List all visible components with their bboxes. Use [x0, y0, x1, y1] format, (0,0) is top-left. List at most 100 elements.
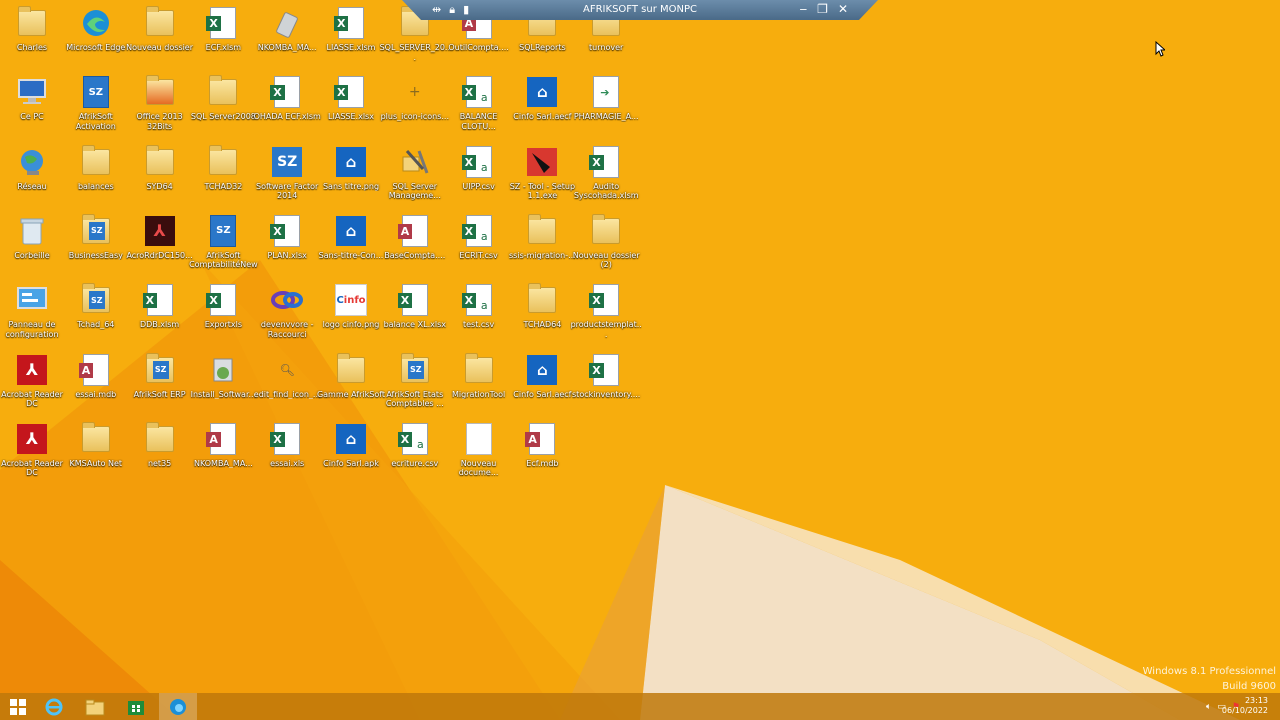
network-icon	[15, 145, 49, 179]
desktop-icon[interactable]: SQL Server Manageme...	[382, 143, 448, 212]
desktop-icon[interactable]: Charles	[0, 4, 65, 73]
desktop-icon[interactable]: Cinfo logo cinfo.png	[318, 281, 384, 350]
desktop-icon[interactable]: SZ Tchad_64	[63, 281, 129, 350]
desktop-icon[interactable]: + plus_icon-icons...	[381, 73, 449, 142]
desktop-icon[interactable]: X LIASSE.xlsx	[318, 73, 384, 142]
desktop-icon[interactable]: ➔ PHARMAGIE_A...	[573, 73, 639, 142]
desktop-icon[interactable]: SZ AfrikSoft ComptabilitéNew	[189, 212, 258, 281]
desktop-icon[interactable]: Install_Softwar...	[190, 351, 256, 420]
desktop-icon[interactable]: Réseau	[0, 143, 65, 212]
desktop-icon[interactable]: Nouveau docume...	[446, 420, 512, 489]
desktop-icon-label: LIASSE.xlsx	[328, 112, 374, 122]
desktop-icon[interactable]: ssis-migration-...	[509, 212, 576, 281]
minimize-icon[interactable]: ‒	[800, 2, 808, 16]
desktop-icon-label: NKOMBA_MA...	[257, 43, 317, 52]
excel-icon: X	[206, 6, 240, 40]
desktop-icon[interactable]: A NKOMBA_MA...	[190, 420, 256, 489]
desktop-icon[interactable]: Panneau de configuration	[0, 281, 65, 350]
desktop-icon[interactable]: ⅄ AcroRdrDC150...	[126, 212, 193, 281]
folder-icon	[79, 144, 113, 179]
desktop-icon[interactable]: ⌂ Cinfo Sarl.apk	[318, 420, 384, 489]
desktop-icon-label: NKOMBA_MA...	[193, 458, 253, 468]
desktop-icon[interactable]: Xa ECRIT.csv	[446, 212, 512, 281]
desktop-icon[interactable]: ⌂ Cinfo Sarl.aecf	[509, 73, 575, 142]
desktop-icon[interactable]: MigrationTool	[446, 351, 512, 420]
volume-icon[interactable]: 🔈︎	[1206, 702, 1211, 712]
desktop-icon[interactable]: A BaseCompta....	[382, 212, 448, 281]
desktop-icon[interactable]: SZ AfrikSoft Etats Comptables ...	[382, 351, 448, 420]
desktop-icon[interactable]: 🔍︎ edit_find_icon_...	[254, 351, 321, 420]
file-explorer-button[interactable]	[77, 693, 113, 720]
csv-icon: Xa	[461, 75, 496, 109]
desktop-icon[interactable]: ⅄ Acrobat Reader DC	[0, 351, 65, 420]
desktop-icon[interactable]: Xessai.xls	[254, 420, 320, 489]
desktop-icon-label: essai.mdb	[75, 389, 117, 399]
desktop-icon[interactable]: Xa UIPP.csv	[446, 143, 512, 212]
desktop-icon[interactable]: Ce PC	[0, 73, 65, 142]
desktop-icon[interactable]: SZ Software Factor 2014	[254, 143, 320, 212]
desktop-icon[interactable]: net35	[127, 420, 193, 489]
store-button[interactable]	[118, 693, 154, 720]
desktop-icon-label: DDB.xlsm	[139, 320, 180, 330]
desktop-icon[interactable]: A Ecf.mdb	[509, 420, 575, 489]
desktop-icon[interactable]: Xa BALANCE CLOTU...	[446, 73, 512, 142]
desktop-icon[interactable]: ⌂ Sans-titre-Con...	[318, 212, 384, 281]
desktop-icon[interactable]: X DDB.xlsm	[127, 281, 193, 350]
desktop-icon[interactable]: SYD64	[127, 143, 193, 212]
user-folder-icon	[15, 6, 49, 40]
desktop-icon-label: essai.xls	[270, 458, 305, 468]
desktop-icon-label: Acrobat Reader DC	[1, 458, 63, 478]
desktop-icon[interactable]: ⅄ Acrobat Reader DC	[0, 420, 65, 489]
desktop-icon[interactable]: SZ AfrikSoft ERP	[127, 351, 193, 420]
desktop-icon-label: Tchad_64	[77, 320, 115, 330]
cinfo-logo-icon: Cinfo	[334, 283, 368, 317]
sz-file-icon: SZ	[206, 214, 240, 248]
internet-explorer-button[interactable]	[36, 693, 72, 720]
desktop-icon[interactable]: TCHAD32	[190, 143, 256, 212]
desktop-icon-label: Charles	[16, 43, 48, 52]
desktop-icon[interactable]: ⌂ Cinfo Sarl.aecf	[509, 351, 575, 420]
desktop-icon-label: AfrikSoft ERP	[133, 389, 186, 399]
desktop-icon[interactable]: Corbeille	[0, 212, 65, 281]
cinfo-tile-icon: ⌂	[334, 145, 368, 179]
desktop-icon[interactable]: Nouveau dossier	[126, 4, 193, 73]
remote-desktop-taskbar-button[interactable]	[159, 693, 197, 720]
desktop-icon[interactable]: ⌂ Sans titre.png	[318, 143, 384, 212]
folder-icon	[589, 213, 623, 248]
desktop-icon[interactable]: SZ - Tool - Setup 1.1.exe	[509, 143, 575, 212]
desktop-icon[interactable]: Office 2013 32Bits	[127, 73, 193, 142]
remote-desktop-bar[interactable]: ⇹ 🔒︎ ▮ AFRIKSOFT sur MONPC ‒ ❐ ✕	[402, 0, 878, 20]
desktop-icon[interactable]: Xa ecriture.csv	[382, 420, 448, 489]
desktop-icon[interactable]: KMSAuto Net	[63, 420, 129, 489]
start-button[interactable]	[0, 693, 36, 720]
desktop-icon[interactable]: Xa test.csv	[446, 281, 512, 350]
close-icon[interactable]: ✕	[838, 2, 848, 16]
desktop-icon[interactable]: NKOMBA_MA...	[254, 4, 320, 73]
desktop-icon[interactable]: X ECF.xlsm	[190, 4, 256, 73]
desktop-icon[interactable]: Microsoft Edge	[63, 4, 129, 73]
desktop-icon[interactable]: Nouveau dossier (2)	[573, 212, 640, 281]
desktop-icon-label: Cinfo Sarl.apk	[323, 458, 379, 468]
desktop-icon[interactable]: devenvvore - Raccourci	[254, 281, 320, 350]
desktop-icon-label: UIPP.csv	[462, 181, 495, 191]
desktop-icon[interactable]: SZ AfrikSoft Activation	[63, 73, 129, 142]
desktop-icon[interactable]: Xproductstemplat...	[571, 281, 642, 350]
desktop-icon[interactable]: Aessai.mdb	[63, 351, 129, 420]
excel-icon: X	[334, 75, 368, 109]
desktop-icon[interactable]: Xbalance XL.xlsx	[382, 281, 448, 350]
desktop-icon[interactable]: X Exportxls	[190, 281, 256, 350]
acrobat-icon: ⅄	[15, 422, 49, 456]
desktop-icon[interactable]: Gamme AfrikSoft	[317, 351, 385, 420]
desktop-icon[interactable]: X OHADA ECF.xlsm	[254, 73, 321, 142]
desktop-icon[interactable]: balances	[63, 143, 129, 212]
desktop-icon[interactable]: X Audito Syscohada.xlsm	[573, 143, 639, 212]
restore-icon[interactable]: ❐	[817, 2, 828, 16]
clock[interactable]: 23:13 06/10/2022	[1222, 696, 1268, 716]
desktop-icon[interactable]: SZ BusinessEasy	[63, 212, 129, 281]
desktop-icon[interactable]: Xstockinventory....	[572, 351, 640, 420]
desktop-icon[interactable]: X PLAN.xlsx	[254, 212, 320, 281]
desktop-icon[interactable]: X LIASSE.xlsm	[318, 4, 384, 73]
desktop-icon[interactable]: SQL Server2008	[190, 73, 256, 142]
desktop-icon-label: BaseCompta....	[384, 250, 446, 260]
desktop-icon[interactable]: TCHAD64	[509, 281, 575, 350]
